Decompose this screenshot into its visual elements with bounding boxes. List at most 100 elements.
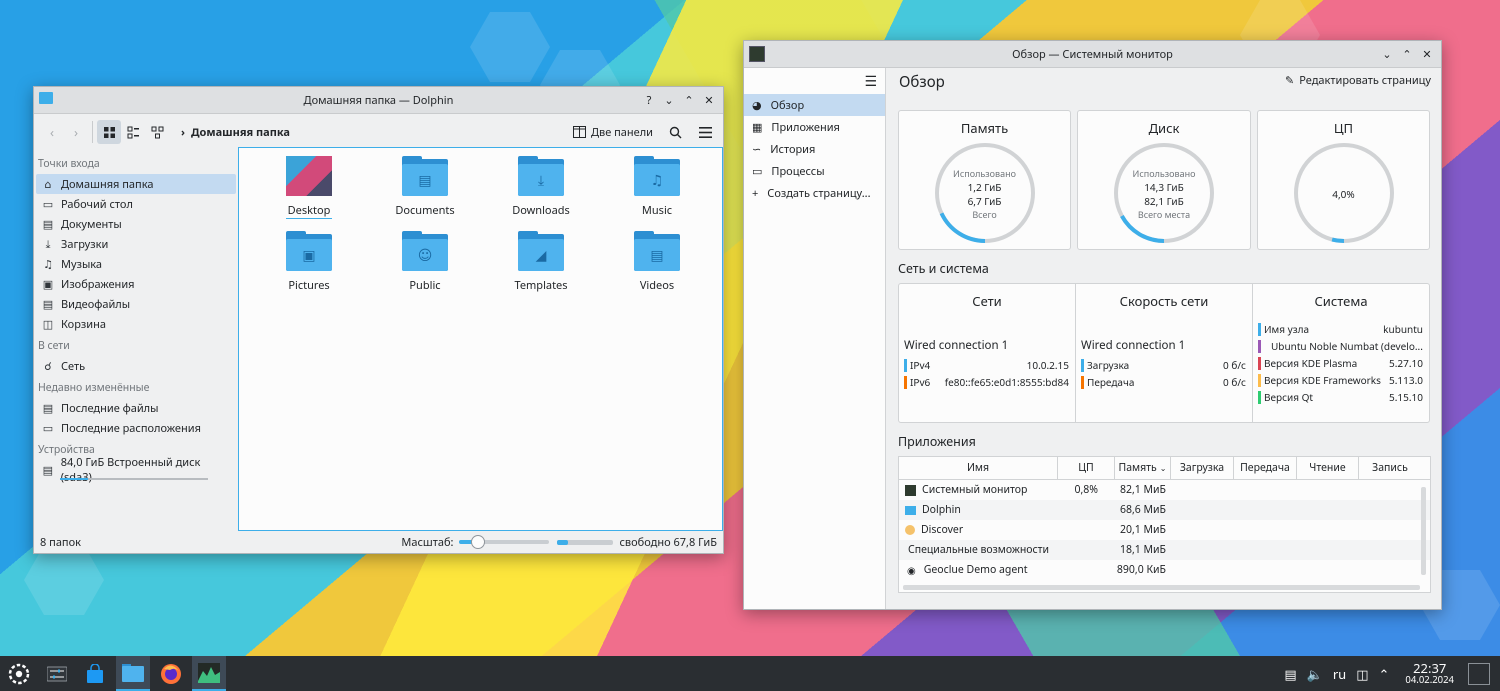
firefox-taskbar-button[interactable] — [154, 656, 188, 691]
places-section-header: Недавно изменённые — [38, 381, 150, 395]
folder-item[interactable]: ♫ Music — [599, 156, 715, 231]
zoom-slider-handle[interactable] — [471, 535, 486, 549]
compact-view-button[interactable] — [121, 120, 145, 144]
place-network[interactable]: ☌ Сеть — [36, 356, 236, 376]
column-title: Сети — [972, 292, 1002, 310]
nav-create-page[interactable]: + Создать страницу... — [744, 182, 885, 204]
keyboard-layout-indicator[interactable]: ru — [1333, 665, 1346, 683]
place-music[interactable]: ♫ Музыка — [36, 254, 236, 274]
frameworks-version-row: Версия KDE Frameworks 5.113.0 — [1258, 373, 1423, 387]
plus-icon: + — [752, 185, 759, 201]
place-desktop[interactable]: ▭ Рабочий стол — [36, 194, 236, 214]
place-label: Видеофайлы — [61, 296, 131, 312]
nav-history[interactable]: ∽ История — [744, 138, 885, 160]
column-header-download[interactable]: Загрузка — [1171, 457, 1234, 479]
ipv6-row: IPv6 fe80::fe65:e0d1:8555:bd84 — [904, 375, 1069, 389]
minimize-button[interactable]: ⌄ — [661, 92, 677, 108]
place-home[interactable]: ⌂ Домашняя папка — [36, 174, 236, 194]
help-button[interactable]: ? — [641, 92, 657, 108]
folder-item[interactable]: ▤ Videos — [599, 231, 715, 306]
show-desktop-button[interactable] — [1468, 662, 1490, 685]
column-header-cpu[interactable]: ЦП — [1058, 457, 1115, 479]
zoom-slider[interactable] — [459, 535, 550, 549]
nav-processes[interactable]: ▭ Процессы — [744, 160, 885, 182]
sysmon-titlebar[interactable]: Обзор — Системный монитор ⌄ ⌃ ✕ — [744, 41, 1441, 68]
place-documents[interactable]: ▤ Документы — [36, 214, 236, 234]
folder-item[interactable]: ▤ Documents — [367, 156, 483, 231]
folder-item[interactable]: Desktop — [251, 156, 367, 231]
split-view-button[interactable]: Две панели — [569, 125, 657, 140]
table-row[interactable]: Dolphin 68,6 МиБ — [899, 500, 1430, 520]
close-button[interactable]: ✕ — [1419, 46, 1435, 62]
nav-applications[interactable]: ▦ Приложения — [744, 116, 885, 138]
hamburger-menu-button[interactable] — [693, 120, 717, 144]
column-header-name[interactable]: Имя — [899, 457, 1058, 479]
place-downloads[interactable]: ⤓ Загрузки — [36, 234, 236, 254]
status-bar: 8 папок Масштаб: свободно 67,8 ГиБ — [34, 531, 723, 553]
desktop-folder-thumbnail — [286, 156, 332, 196]
dolphin-window[interactable]: Домашняя папка — Dolphin ? ⌄ ⌃ ✕ ‹ › › Д… — [33, 86, 724, 554]
clock-date: 04.02.2024 — [1405, 673, 1454, 687]
column-header-upload[interactable]: Передача — [1234, 457, 1297, 479]
system-monitor-window[interactable]: Обзор — Системный монитор ⌄ ⌃ ✕ ☰ ◕ Обзор… — [743, 40, 1442, 610]
digital-clock[interactable]: 22:37 04.02.2024 — [1405, 661, 1454, 687]
search-button[interactable] — [663, 120, 687, 144]
speedometer-icon: ◕ — [752, 97, 762, 113]
place-recent-locations[interactable]: ▭ Последние расположения — [36, 418, 236, 438]
column-header-read[interactable]: Чтение — [1297, 457, 1359, 479]
volume-icon[interactable]: 🔈 — [1307, 665, 1323, 683]
table-row[interactable]: ◉ Geoclue Demo agent 890,0 КиБ — [899, 560, 1430, 580]
nav-overview[interactable]: ◕ Обзор — [744, 94, 885, 116]
minimize-button[interactable]: ⌄ — [1379, 46, 1395, 62]
maximize-button[interactable]: ⌃ — [681, 92, 697, 108]
system-monitor-taskbar-button[interactable] — [192, 656, 226, 691]
sysmon-title: Обзор — Системный монитор — [1012, 46, 1173, 62]
close-button[interactable]: ✕ — [701, 92, 717, 108]
app-launcher-button[interactable] — [2, 656, 36, 691]
place-trash[interactable]: ◫ Корзина — [36, 314, 236, 334]
nav-label: Обзор — [770, 97, 805, 113]
toolbar-separator — [92, 121, 93, 143]
applications-table[interactable]: Имя ЦП Память ⌄ Загрузка Передача Чтение … — [898, 456, 1431, 593]
forward-button[interactable]: › — [64, 120, 88, 144]
back-button[interactable]: ‹ — [40, 120, 64, 144]
file-view[interactable]: Desktop ▤ Documents ⤓ Downloads ♫ Music ▣ Pi… — [238, 147, 723, 531]
kv-value: 0 б/с — [1223, 375, 1246, 389]
column-header-memory[interactable]: Память ⌄ — [1115, 457, 1171, 479]
place-recent-files[interactable]: ▤ Последние файлы — [36, 398, 236, 418]
column-header-write[interactable]: Запись — [1359, 457, 1421, 479]
recent-folder-icon: ▭ — [42, 420, 54, 436]
place-videos[interactable]: ▤ Видеофайлы — [36, 294, 236, 314]
zoom-label: Масштаб: — [401, 534, 454, 550]
folder-item[interactable]: ◢ Templates — [483, 231, 599, 306]
network-icon[interactable]: ◫ — [1356, 665, 1368, 683]
folder-item[interactable]: ⤓ Downloads — [483, 156, 599, 231]
icons-view-button[interactable] — [97, 120, 121, 144]
vertical-scrollbar[interactable] — [1421, 487, 1426, 575]
system-settings-taskbar-button[interactable] — [40, 656, 74, 691]
hamburger-menu-button[interactable]: ☰ — [864, 72, 877, 91]
place-disk[interactable]: ▤ 84,0 ГиБ Встроенный диск (sda3) — [36, 455, 236, 485]
breadcrumb[interactable]: › Домашняя папка — [181, 125, 290, 140]
kv-key: Версия KDE Plasma — [1264, 356, 1358, 370]
dolphin-titlebar[interactable]: Домашняя папка — Dolphin ? ⌄ ⌃ ✕ — [34, 87, 723, 114]
details-view-button[interactable] — [145, 120, 169, 144]
folder-item[interactable]: ▣ Pictures — [251, 231, 367, 306]
table-row[interactable]: Специальные возможности 18,1 МиБ — [899, 540, 1430, 560]
discover-taskbar-button[interactable] — [78, 656, 112, 691]
edit-page-button[interactable]: ✎ Редактировать страницу — [1285, 73, 1431, 88]
places-panel: Точки входа ⌂ Домашняя папка ▭ Рабочий сто… — [34, 150, 238, 531]
horizontal-scrollbar[interactable] — [903, 585, 1420, 590]
split-view-label: Две панели — [590, 124, 653, 140]
clipboard-icon[interactable]: ▤ — [1284, 665, 1296, 683]
breadcrumb-current[interactable]: Домашняя папка — [191, 125, 290, 140]
place-pictures[interactable]: ▣ Изображения — [36, 274, 236, 294]
tray-expand-icon[interactable]: ⌃ — [1379, 665, 1390, 683]
folder-item[interactable]: ☺ Public — [367, 231, 483, 306]
table-row[interactable]: Discover 20,1 МиБ — [899, 520, 1430, 540]
sysmon-icon — [905, 484, 916, 496]
dolphin-taskbar-button[interactable] — [116, 656, 150, 691]
maximize-button[interactable]: ⌃ — [1399, 46, 1415, 62]
gauge-used: 14,3 ГиБ — [1144, 180, 1184, 194]
table-row[interactable]: Системный монитор 0,8% 82,1 МиБ — [899, 480, 1430, 500]
